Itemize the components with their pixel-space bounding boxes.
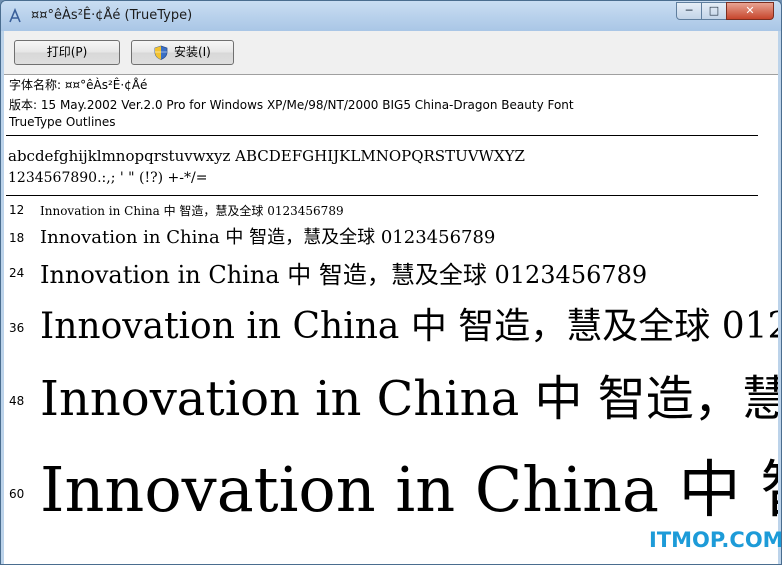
sample-size-label: 24 <box>9 266 25 280</box>
sample-size-label: 36 <box>9 321 25 335</box>
install-button[interactable]: 安装(I) <box>131 40 234 65</box>
font-preview-pane[interactable]: 字体名称: ¤¤°êÀs²Ê·¢Åé 版本: 15 May.2002 Ver.2… <box>4 75 778 564</box>
sample-text: Innovation in China 中 智造，慧及全球 0123456789 <box>40 306 778 347</box>
sample-text: Innovation in China 中 智造，慧及全球 0123456789 <box>40 261 648 289</box>
print-button-label: 打印(P) <box>46 45 88 59</box>
separator <box>6 135 758 136</box>
close-button[interactable]: ✕ <box>726 2 774 20</box>
charset-digits: 1234567890.:,; ' " (!?) +-*/= <box>8 170 208 186</box>
maximize-button[interactable]: □ <box>701 2 727 20</box>
install-button-label: 安装(I) <box>173 45 211 59</box>
uac-shield-icon <box>154 45 168 60</box>
toolbar: 打印(P) 安装(I) <box>4 31 778 75</box>
charset-letters: abcdefghijklmnopqrstuvwxyz ABCDEFGHIJKLM… <box>8 147 525 165</box>
sample-text: Innovation in China 中 智造，慧及全球 0123456789 <box>40 204 344 218</box>
print-button[interactable]: 打印(P) <box>14 40 120 65</box>
sample-text: Innovation in China 中 智造，慧及全球 0123456789 <box>40 371 778 427</box>
minimize-button[interactable]: ─ <box>676 2 702 20</box>
font-name-line: 字体名称: ¤¤°êÀs²Ê·¢Åé <box>9 78 148 92</box>
font-version-line: 版本: 15 May.2002 Ver.2.0 Pro for Windows … <box>9 98 574 112</box>
sample-text: Innovation in China 中 智造，慧及全球 0123456789 <box>40 227 496 248</box>
font-viewer-window: ¤¤°êÀs²Ê·¢Åé (TrueType) ─ □ ✕ 打印(P) 安装(I… <box>0 0 782 565</box>
title-bar[interactable]: ¤¤°êÀs²Ê·¢Åé (TrueType) ─ □ ✕ <box>1 1 781 31</box>
site-watermark: ITMOP.COM <box>649 528 782 552</box>
sample-size-label: 18 <box>9 231 25 245</box>
separator <box>6 195 758 196</box>
sample-size-label: 12 <box>9 203 25 217</box>
window-title: ¤¤°êÀs²Ê·¢Åé (TrueType) <box>31 8 193 23</box>
sample-text: Innovation in China 中 智造，慧及全球 0123456789 <box>40 453 778 526</box>
font-app-icon <box>9 8 21 23</box>
sample-size-label: 60 <box>9 487 25 501</box>
font-outline-line: TrueType Outlines <box>9 115 116 129</box>
sample-size-label: 48 <box>9 394 25 408</box>
